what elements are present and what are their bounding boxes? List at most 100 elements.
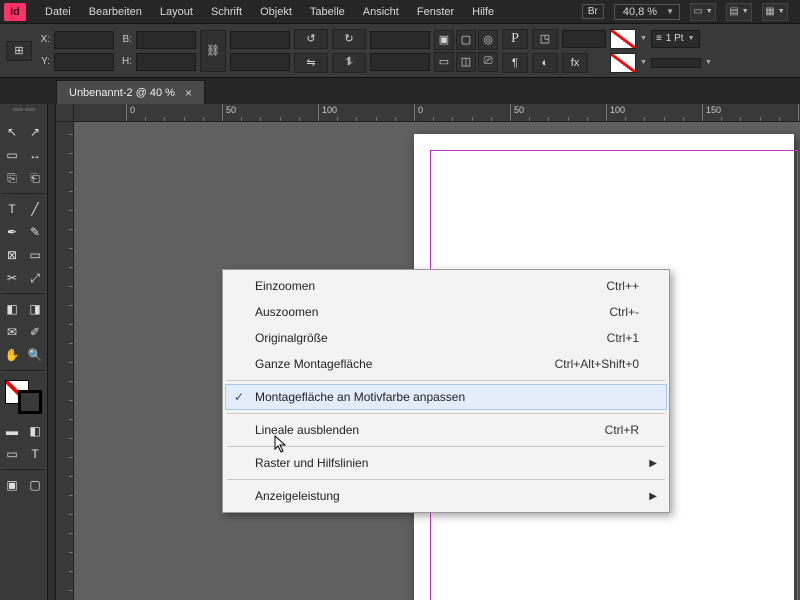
rectangle-tool[interactable]: ▭ bbox=[25, 245, 45, 265]
fit-prop-button[interactable]: ◫ bbox=[456, 52, 476, 72]
gradient-feather-tool[interactable]: ◨ bbox=[25, 299, 45, 319]
menu-separator bbox=[227, 413, 665, 414]
selection-tool[interactable]: ↖ bbox=[2, 122, 22, 142]
content-placer-tool[interactable]: ⎗ bbox=[25, 168, 45, 188]
y-field[interactable] bbox=[54, 53, 114, 71]
menu-tabelle[interactable]: Tabelle bbox=[301, 2, 354, 22]
formatting-container-button[interactable]: ▭ bbox=[2, 444, 22, 464]
shear-field[interactable] bbox=[370, 53, 430, 71]
stroke-weight-field[interactable]: ≡1 Pt▼ bbox=[651, 30, 700, 48]
document-viewport[interactable]: 050100050100150200 EinzoomenCtrl++Auszoo… bbox=[48, 104, 800, 600]
rotate-ccw-button[interactable]: ↺ bbox=[294, 29, 328, 49]
height-field[interactable] bbox=[136, 53, 196, 71]
fit-content-button[interactable]: ▢ bbox=[456, 30, 476, 50]
width-field[interactable] bbox=[136, 31, 196, 49]
eyedropper-tool[interactable]: ✐ bbox=[25, 322, 45, 342]
menu-bearbeiten[interactable]: Bearbeiten bbox=[80, 2, 151, 22]
horizontal-ruler[interactable]: 050100050100150200 bbox=[74, 104, 800, 122]
context-menu-label: Lineale ausblenden bbox=[255, 423, 605, 437]
normal-view-button[interactable]: ▣ bbox=[2, 475, 22, 495]
apply-gradient-button[interactable]: ◧ bbox=[25, 421, 45, 441]
menu-hilfe[interactable]: Hilfe bbox=[463, 2, 503, 22]
context-menu-item[interactable]: Ganze MontageflächeCtrl+Alt+Shift+0 bbox=[225, 351, 667, 377]
menu-shortcut: Ctrl+1 bbox=[607, 331, 639, 345]
scale-x-field[interactable] bbox=[230, 31, 290, 49]
vertical-ruler[interactable] bbox=[56, 122, 74, 600]
gap-tool[interactable]: ↔ bbox=[25, 145, 45, 165]
fill-stroke-proxy[interactable] bbox=[2, 380, 45, 414]
x-label: X: bbox=[36, 34, 50, 45]
hand-tool[interactable]: ✋ bbox=[2, 345, 22, 365]
context-menu-label: Montagefläche an Motivfarbe anpassen bbox=[255, 390, 639, 404]
formatting-text-button[interactable]: T bbox=[25, 444, 45, 464]
effects-button[interactable]: fx bbox=[562, 53, 588, 73]
clear-overrides-button[interactable]: ¶ bbox=[502, 53, 528, 73]
menu-shortcut: Ctrl+Alt+Shift+0 bbox=[555, 357, 639, 371]
fill-frame-button[interactable]: ▣ bbox=[434, 30, 454, 50]
page-tool[interactable]: ▭ bbox=[2, 145, 22, 165]
panel-collapse-strip[interactable] bbox=[48, 104, 56, 600]
stroke-swatch[interactable] bbox=[610, 53, 636, 73]
view-options-button[interactable]: ▤▼ bbox=[726, 3, 752, 21]
preview-view-button[interactable]: ▢ bbox=[25, 475, 45, 495]
flip-v-button[interactable]: ⥮ bbox=[332, 53, 366, 73]
gradient-swatch-tool[interactable]: ◧ bbox=[2, 299, 22, 319]
context-menu-item[interactable]: AuszoomenCtrl+- bbox=[225, 299, 667, 325]
menu-objekt[interactable]: Objekt bbox=[251, 2, 301, 22]
stroke-style-field[interactable] bbox=[651, 58, 701, 68]
center-content-button[interactable]: ◎ bbox=[478, 30, 498, 50]
line-tool[interactable]: ╱ bbox=[25, 199, 45, 219]
menu-layout[interactable]: Layout bbox=[151, 2, 202, 22]
document-tab-strip: Unbenannt-2 @ 40 % × bbox=[0, 78, 800, 104]
x-field[interactable] bbox=[54, 31, 114, 49]
arrange-docs-button[interactable]: ▦▼ bbox=[762, 3, 788, 21]
auto-fit-button[interactable]: ⎚ bbox=[478, 52, 498, 72]
blend-mode-button[interactable]: ◐ bbox=[532, 53, 558, 73]
content-collector-tool[interactable]: ⎘ bbox=[2, 168, 22, 188]
scale-y-field[interactable] bbox=[230, 53, 290, 71]
fit-frame-button[interactable]: ▭ bbox=[434, 52, 454, 72]
chevron-right-icon: ▶ bbox=[649, 491, 657, 502]
menu-ansicht[interactable]: Ansicht bbox=[354, 2, 408, 22]
pencil-tool[interactable]: ✎ bbox=[25, 222, 45, 242]
menu-datei[interactable]: Datei bbox=[36, 2, 80, 22]
context-menu-label: Auszoomen bbox=[255, 305, 609, 319]
bridge-button[interactable]: Br bbox=[582, 4, 604, 19]
context-menu-item[interactable]: OriginalgrößeCtrl+1 bbox=[225, 325, 667, 351]
direct-selection-tool[interactable]: ↗ bbox=[25, 122, 45, 142]
context-menu-item[interactable]: ✓Montagefläche an Motivfarbe anpassen bbox=[225, 384, 667, 410]
menu-schrift[interactable]: Schrift bbox=[202, 2, 251, 22]
rectangle-frame-tool[interactable]: ⊠ bbox=[2, 245, 22, 265]
corner-radius-field[interactable] bbox=[562, 30, 606, 48]
menu-shortcut: Ctrl+- bbox=[609, 305, 639, 319]
constrain-proportions-button[interactable]: ⛓ bbox=[200, 30, 226, 72]
rotate-cw-button[interactable]: ↻ bbox=[332, 29, 366, 49]
context-menu-item[interactable]: Lineale ausblendenCtrl+R bbox=[225, 417, 667, 443]
menu-separator bbox=[227, 479, 665, 480]
paragraph-style-button[interactable]: P bbox=[502, 29, 528, 49]
corner-options-button[interactable]: ◳ bbox=[532, 29, 558, 49]
document-tab[interactable]: Unbenannt-2 @ 40 % × bbox=[56, 80, 205, 104]
chevron-down-icon[interactable]: ▼ bbox=[640, 35, 647, 42]
zoom-tool[interactable]: 🔍 bbox=[25, 345, 45, 365]
flip-h-button[interactable]: ⇋ bbox=[294, 53, 328, 73]
context-menu-item[interactable]: Raster und Hilfslinien▶ bbox=[225, 450, 667, 476]
ruler-origin[interactable] bbox=[56, 104, 74, 122]
close-icon[interactable]: × bbox=[185, 86, 192, 100]
pen-tool[interactable]: ✒ bbox=[2, 222, 22, 242]
free-transform-tool[interactable]: ⤢ bbox=[25, 268, 45, 288]
chevron-down-icon[interactable]: ▼ bbox=[640, 59, 647, 66]
scissors-tool[interactable]: ✂ bbox=[2, 268, 22, 288]
type-tool[interactable]: T bbox=[2, 199, 22, 219]
panel-grip[interactable] bbox=[4, 108, 44, 118]
screen-mode-button[interactable]: ▭▼ bbox=[690, 3, 716, 21]
note-tool[interactable]: ✉ bbox=[2, 322, 22, 342]
apply-color-button[interactable]: ▬ bbox=[2, 421, 22, 441]
menu-fenster[interactable]: Fenster bbox=[408, 2, 463, 22]
rotation-field[interactable] bbox=[370, 31, 430, 49]
reference-point-proxy[interactable]: ⊞ bbox=[6, 41, 32, 61]
context-menu-item[interactable]: EinzoomenCtrl++ bbox=[225, 273, 667, 299]
fill-swatch[interactable] bbox=[610, 29, 636, 49]
context-menu-item[interactable]: Anzeigeleistung▶ bbox=[225, 483, 667, 509]
zoom-level-field[interactable]: 40,8 % ▼ bbox=[614, 4, 680, 20]
